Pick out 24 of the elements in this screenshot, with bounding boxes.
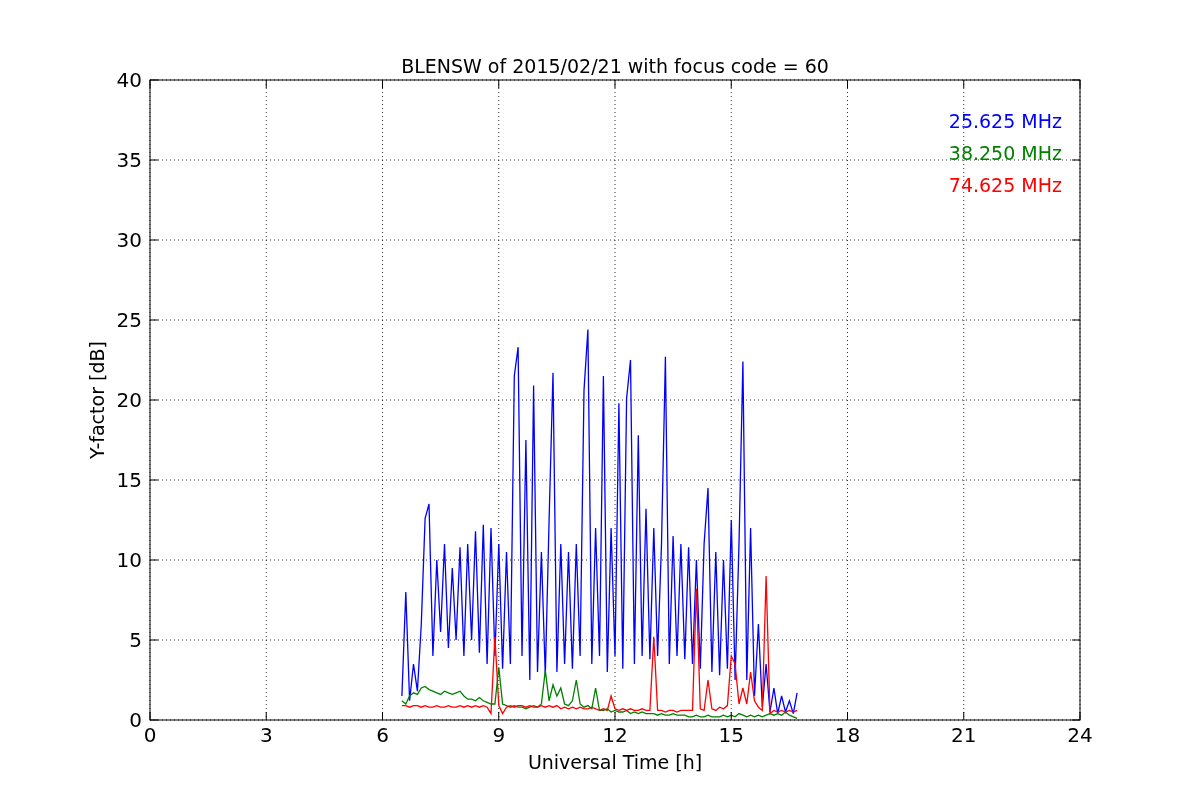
x-tick-label: 0 [143,723,157,747]
y-tick-label: 20 [116,388,142,412]
legend-label: 74.625 MHz [948,174,1062,196]
y-tick-label: 10 [116,548,142,572]
x-tick-label: 18 [834,723,861,747]
x-tick-label: 24 [1067,723,1093,747]
x-tick-label: 3 [259,723,273,747]
y-axis-label: Y-factor [dB] [86,341,108,459]
y-tick-label: 30 [116,228,142,252]
x-tick-label: 15 [718,723,744,747]
x-tick-label: 6 [376,723,389,747]
y-tick-label: 0 [129,708,142,732]
y-tick-label: 15 [116,468,142,492]
legend-label: 38.250 MHz [948,142,1062,164]
legend-label: 25.625 MHz [948,110,1062,132]
y-tick-label: 5 [129,628,142,652]
y-tick-label: 35 [116,148,142,172]
chart-title: BLENSW of 2015/02/21 with focus code = 60 [401,55,829,77]
y-tick-label: 40 [116,68,142,92]
x-tick-label: 21 [951,723,977,747]
x-tick-label: 12 [602,723,628,747]
x-axis-label: Universal Time [h] [527,751,703,773]
y-tick-label: 25 [116,308,142,332]
x-tick-label: 9 [492,723,506,747]
